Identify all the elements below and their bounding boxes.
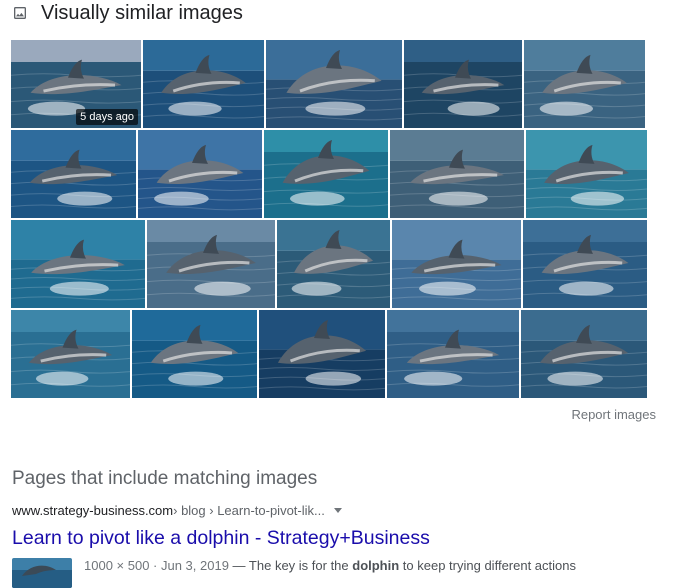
result-cite: www.strategy-business.com › blog › Learn… [12, 503, 342, 518]
dolphin-image-15 [523, 220, 647, 308]
image-tile[interactable] [259, 310, 385, 398]
dolphin-thumbnail-image [12, 558, 72, 588]
image-icon [14, 7, 26, 19]
result-domain: www.strategy-business.com [12, 503, 174, 518]
dolphin-image-17 [132, 310, 257, 398]
image-tile[interactable]: 5 days ago [11, 40, 141, 128]
dolphin-image-18 [259, 310, 385, 398]
image-tile[interactable] [132, 310, 257, 398]
result-snippet: 1000 × 500 · Jun 3, 2019 — The key is fo… [84, 558, 576, 588]
image-tile[interactable] [521, 310, 647, 398]
image-tile[interactable] [390, 130, 524, 218]
date-badge: 5 days ago [76, 109, 138, 125]
image-tile[interactable] [523, 220, 647, 308]
image-tile[interactable] [387, 310, 519, 398]
dolphin-image-20 [521, 310, 647, 398]
result-title-link[interactable]: Learn to pivot like a dolphin - Strategy… [12, 527, 430, 550]
dolphin-image-16 [11, 310, 130, 398]
dolphin-image-10 [526, 130, 647, 218]
result-snippet-row: 1000 × 500 · Jun 3, 2019 — The key is fo… [12, 558, 576, 588]
image-tile[interactable] [11, 130, 136, 218]
section-title: Visually similar images [41, 1, 243, 24]
dolphin-image-7 [138, 130, 262, 218]
image-tile[interactable] [404, 40, 522, 128]
image-tile[interactable] [264, 130, 388, 218]
image-tile[interactable] [11, 220, 145, 308]
image-tile[interactable] [524, 40, 645, 128]
dolphin-image-4 [404, 40, 522, 128]
image-tile[interactable] [143, 40, 264, 128]
image-tile[interactable] [392, 220, 521, 308]
dolphin-image-9 [390, 130, 524, 218]
dolphin-image-19 [387, 310, 519, 398]
dolphin-image-11 [11, 220, 145, 308]
image-row-2 [11, 130, 647, 218]
image-tile[interactable] [277, 220, 390, 308]
dolphin-image-13 [277, 220, 390, 308]
image-row-1: 5 days ago [11, 40, 645, 128]
dolphin-image-14 [392, 220, 521, 308]
dolphin-image-2 [143, 40, 264, 128]
image-tile[interactable] [147, 220, 275, 308]
snippet-text-1: — The key is for the [228, 558, 353, 573]
image-row-4 [11, 310, 647, 398]
result-path: › blog › Learn-to-pivot-lik... [173, 503, 325, 518]
dolphin-image-3 [266, 40, 402, 128]
image-tile[interactable] [11, 310, 130, 398]
dolphin-image-8 [264, 130, 388, 218]
section-header: Visually similar images [12, 0, 243, 26]
dolphin-image-6 [11, 130, 136, 218]
dolphin-image-12 [147, 220, 275, 308]
chevron-down-icon[interactable] [333, 508, 342, 513]
image-row-3 [11, 220, 647, 308]
dolphin-image-5 [524, 40, 645, 128]
snippet-bold-term: dolphin [352, 558, 400, 573]
result-thumbnail[interactable] [12, 558, 72, 588]
report-images-link[interactable]: Report images [571, 407, 656, 422]
image-tile[interactable] [138, 130, 262, 218]
result-meta: 1000 × 500 · Jun 3, 2019 [84, 558, 229, 573]
image-tile[interactable] [266, 40, 402, 128]
pages-section-title: Pages that include matching images [12, 468, 318, 489]
snippet-text-2: to keep trying different actions [399, 558, 576, 573]
image-tile[interactable] [526, 130, 647, 218]
